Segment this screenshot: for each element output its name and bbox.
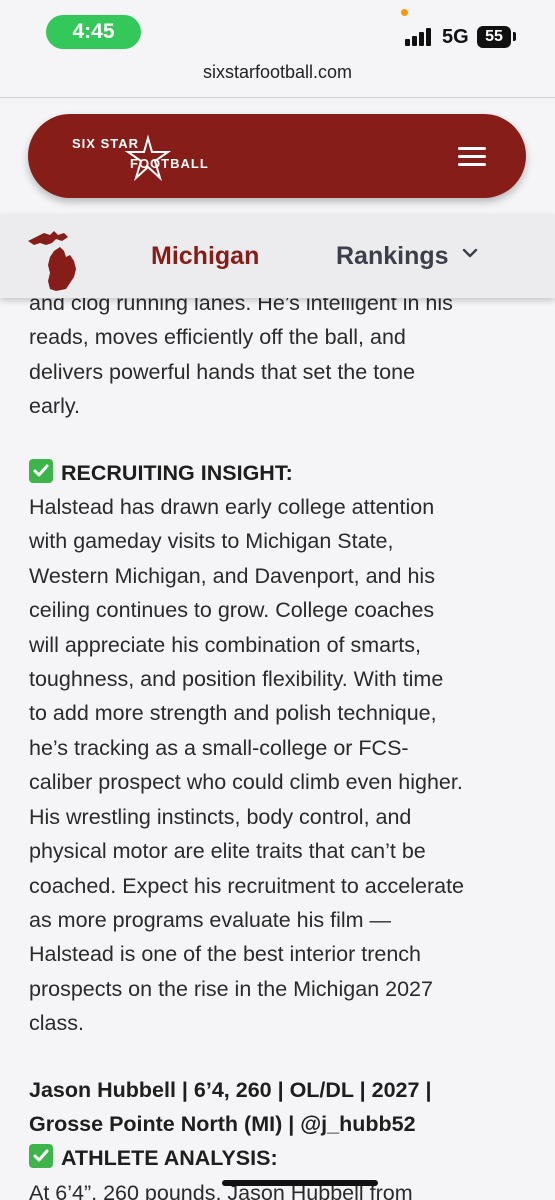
text-line: Halstead has drawn early college attenti…	[29, 495, 435, 520]
text-line: His wrestling instincts, body control, a…	[29, 804, 412, 829]
battery-icon: 55	[477, 26, 511, 48]
text-line: he’s tracking as a small-college or FCS-	[29, 735, 409, 760]
michigan-map-icon[interactable]	[26, 227, 84, 293]
text-line: Western Michigan, and Davenport, and his	[29, 563, 435, 588]
heading-text: ATHLETE ANALYSIS:	[61, 1146, 278, 1171]
nav-rankings[interactable]: Rankings	[336, 242, 449, 271]
athlete-title: Jason Hubbell | 6’4, 260 | OL/DL | 2027 …	[29, 1073, 534, 1142]
text-line: reads, moves efficiently off the ball, a…	[29, 325, 406, 350]
text-line: delivers powerful hands that set the ton…	[29, 359, 416, 384]
site-logo[interactable]: SIX STAR FOOTBALL	[72, 134, 252, 182]
privacy-indicator-icon	[401, 9, 408, 16]
home-indicator[interactable]	[222, 1180, 378, 1186]
text-line: class.	[29, 1011, 84, 1036]
logo-text-bottom: FOOTBALL	[130, 156, 209, 171]
text-line: ceiling continues to grow. College coach…	[29, 598, 435, 623]
athlete-analysis-heading: ATHLETE ANALYSIS:	[29, 1141, 534, 1175]
hamburger-menu-icon[interactable]	[458, 147, 486, 167]
text-line: coached. Expect his recruitment to accel…	[29, 873, 464, 898]
checkmark-icon	[29, 1144, 53, 1169]
athlete-title-line: Grosse Pointe North (MI) | @j_hubb52	[29, 1111, 416, 1136]
text-line: as more programs evaluate his film —	[29, 907, 392, 932]
status-bar: 4:45 5G 55	[0, 0, 555, 58]
url-bar[interactable]: sixstarfootball.com	[0, 58, 555, 98]
chevron-down-icon[interactable]	[460, 246, 480, 260]
logo-text-top: SIX STAR	[72, 136, 139, 151]
paragraph: and clog running lanes. He’s intelligent…	[29, 286, 534, 424]
network-type: 5G	[442, 26, 469, 48]
text-line: prospects on the rise in the Michigan 20…	[29, 976, 433, 1001]
text-line: early.	[29, 394, 80, 419]
text-line: will appreciate his combination of smart…	[29, 632, 421, 657]
text-line: Halstead is one of the best interior tre…	[29, 942, 421, 967]
checkmark-icon	[29, 458, 53, 483]
text-line: toughness, and position flexibility. Wit…	[29, 667, 444, 692]
divider	[0, 97, 555, 98]
article-body: and clog running lanes. He’s intelligent…	[29, 286, 534, 1200]
cellular-signal-icon	[405, 28, 435, 46]
status-time[interactable]: 4:45	[46, 15, 141, 49]
text-line: caliber prospect who could climb even hi…	[29, 770, 463, 795]
site-header: SIX STAR FOOTBALL	[28, 114, 526, 198]
nav-michigan[interactable]: Michigan	[151, 242, 259, 271]
battery-cap	[513, 32, 516, 41]
text-line: with gameday visits to Michigan State,	[29, 529, 394, 554]
heading-text: RECRUITING INSIGHT:	[61, 460, 293, 485]
recruiting-insight-heading: RECRUITING INSIGHT:	[29, 456, 534, 490]
recruiting-paragraph: Halstead has drawn early college attenti…	[29, 490, 534, 1041]
athlete-title-line: Jason Hubbell | 6’4, 260 | OL/DL | 2027 …	[29, 1077, 432, 1102]
text-line: physical motor are elite traits that can…	[29, 839, 426, 864]
text-line: to add more strength and polish techniqu…	[29, 701, 437, 726]
